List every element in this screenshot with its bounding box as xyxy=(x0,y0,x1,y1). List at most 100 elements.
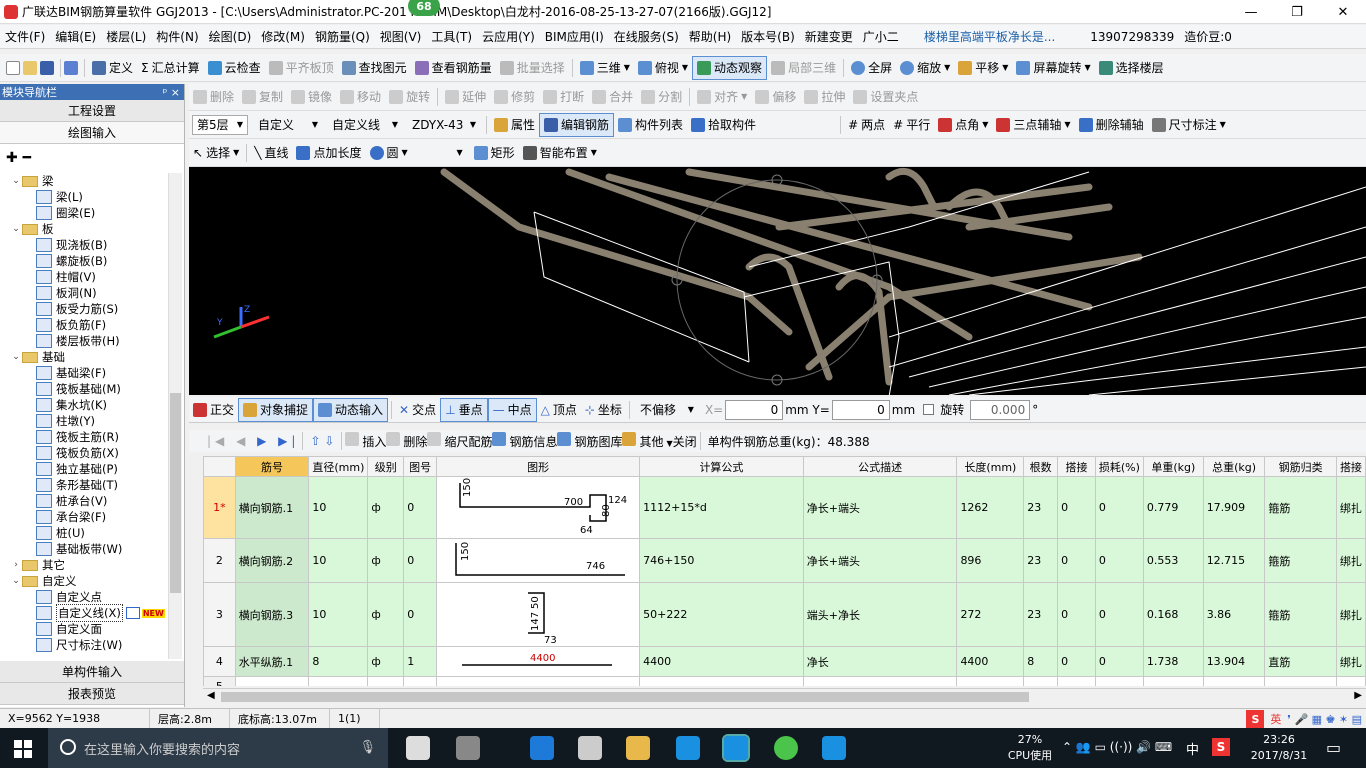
cell-grade[interactable]: ф xyxy=(367,646,405,677)
cell-grade[interactable]: ф xyxy=(367,538,405,583)
menu-credits[interactable]: 造价豆:0 xyxy=(1179,28,1237,45)
new-file-icon[interactable] xyxy=(6,60,20,75)
cell-dia[interactable]: 10 xyxy=(308,476,369,539)
cell-formula[interactable]: 4400 xyxy=(639,646,804,677)
circle-tool[interactable]: 圆 ▼ xyxy=(366,141,412,165)
tree-item[interactable]: 筏板基础(M) xyxy=(0,381,168,397)
align-tool[interactable]: 对齐 ▼ xyxy=(693,85,751,109)
cell-len[interactable]: 1262 xyxy=(956,476,1025,539)
cell-desc[interactable]: 净长 xyxy=(802,646,958,677)
cell-len[interactable]: 272 xyxy=(956,582,1025,647)
cell-desc[interactable]: 净长+端头 xyxy=(802,476,958,539)
cell-count[interactable] xyxy=(1023,676,1059,686)
zoom-button[interactable]: 缩放 ▼ xyxy=(896,56,954,80)
header-col[interactable]: 根数 xyxy=(1023,456,1059,477)
tree-item[interactable]: 基础梁(F) xyxy=(0,365,168,381)
drawing-input-button[interactable]: 绘图输入 xyxy=(0,122,184,144)
rebar-shape-cell[interactable]: 50 147 73 xyxy=(436,582,641,647)
tree-folder[interactable]: ⌄ 梁 xyxy=(0,173,168,189)
offset-tool[interactable]: 偏移 xyxy=(751,85,800,109)
object-snap-toggle[interactable]: 对象捕捉 xyxy=(238,397,314,422)
midpoint-snap[interactable]: — 中点 xyxy=(487,397,537,422)
smart-layout-tool[interactable]: 智能布置 ▼ xyxy=(519,141,601,165)
split-tool[interactable]: 分割 xyxy=(637,85,686,109)
batch-select-button[interactable]: 批量选择 xyxy=(496,56,569,80)
single-component-input-button[interactable]: 单构件输入 xyxy=(0,661,184,683)
rebar-info-button[interactable]: 钢筋信息 xyxy=(492,432,557,450)
menu-version[interactable]: 版本号(B) xyxy=(736,28,800,45)
cell-lap[interactable]: 0 xyxy=(1057,582,1096,647)
rebar-shape-cell[interactable]: 150 700 124 80 64 xyxy=(436,476,641,539)
cell-grade[interactable] xyxy=(367,676,405,686)
header-col[interactable]: 公式描述 xyxy=(802,456,958,477)
find-element-button[interactable]: 查找图元 xyxy=(338,56,411,80)
cell-lap2[interactable] xyxy=(1335,676,1366,686)
tree-item[interactable]: 筏板主筋(R) xyxy=(0,429,168,445)
tree-item[interactable]: 梁(L) xyxy=(0,189,168,205)
fullscreen-button[interactable]: 全屏 xyxy=(847,56,896,80)
cell-unit[interactable]: 0.168 xyxy=(1142,582,1204,647)
copy-tool[interactable]: 复制 xyxy=(238,85,287,109)
line-tool[interactable]: ╲ 直线 xyxy=(250,141,292,165)
tree-scrollbar[interactable] xyxy=(168,173,182,659)
properties-button[interactable]: 属性 xyxy=(490,113,539,137)
align-top-button[interactable]: 平齐板顶 xyxy=(265,56,338,80)
insert-row-button[interactable]: 插入 xyxy=(345,432,386,450)
expand-toggle-icon[interactable]: ⌄ xyxy=(10,224,22,234)
tree-item[interactable]: 桩(U) xyxy=(0,525,168,541)
table-row[interactable]: 5 xyxy=(203,676,1366,686)
header-col[interactable]: 计算公式 xyxy=(639,456,804,477)
rectangle-tool[interactable]: 矩形 xyxy=(470,141,519,165)
cell-formula[interactable]: 50+222 xyxy=(639,582,804,647)
vertex-snap[interactable]: △ 顶点 xyxy=(537,398,581,422)
undo-icon[interactable] xyxy=(64,60,78,75)
tree-item[interactable]: 桩承台(V) xyxy=(0,493,168,509)
menu-component[interactable]: 构件(N) xyxy=(151,28,203,45)
cell-lap[interactable]: 0 xyxy=(1057,476,1096,539)
row-number[interactable]: 3 xyxy=(203,582,236,647)
cell-count[interactable]: 8 xyxy=(1023,646,1059,677)
menu-rebar-qty[interactable]: 钢筋量(Q) xyxy=(310,28,375,45)
cell-len[interactable]: 4400 xyxy=(956,646,1025,677)
tree-item[interactable]: 螺旋板(B) xyxy=(0,253,168,269)
tree-folder[interactable]: ⌄ 自定义 xyxy=(0,573,168,589)
stretch-tool[interactable]: 拉伸 xyxy=(800,85,849,109)
table-hscrollbar[interactable]: ◀ ▶ xyxy=(203,688,1366,704)
point-length-tool[interactable]: 点加长度 xyxy=(292,141,365,165)
cell-lap2[interactable]: 绑扎 xyxy=(1335,582,1366,647)
cell-cat[interactable]: 箍筋 xyxy=(1264,476,1337,539)
cell-unit[interactable] xyxy=(1142,676,1204,686)
tree-item[interactable]: 条形基础(T) xyxy=(0,477,168,493)
tree-item[interactable]: 楼层板带(H) xyxy=(0,333,168,349)
taskbar-search[interactable]: 在这里输入你要搜索的内容 🎙 xyxy=(48,728,388,768)
tree-item[interactable]: 圈梁(E) xyxy=(0,205,168,221)
point-angle-button[interactable]: 点角 ▼ xyxy=(934,113,992,137)
menu-floor[interactable]: 楼层(L) xyxy=(101,28,151,45)
ortho-toggle[interactable]: 正交 xyxy=(189,398,238,422)
row-number[interactable]: 4 xyxy=(203,646,236,677)
cell-loss[interactable]: 0 xyxy=(1094,538,1144,583)
y-input[interactable]: 0 xyxy=(831,399,890,420)
rebar-shape-cell[interactable]: 150 746 xyxy=(436,538,641,583)
tree-folder[interactable]: ⌄ 基础 xyxy=(0,349,168,365)
cell-cat[interactable]: 箍筋 xyxy=(1264,538,1337,583)
move-tool[interactable]: 移动 xyxy=(336,85,385,109)
menu-file[interactable]: 文件(F) xyxy=(0,28,50,45)
header-col[interactable]: 钢筋归类 xyxy=(1264,456,1337,477)
tree-item[interactable]: 自定义面 xyxy=(0,621,168,637)
notification-badge[interactable]: 68 xyxy=(408,0,440,16)
cell-loss[interactable]: 0 xyxy=(1094,582,1144,647)
intersection-snap[interactable]: ✕ 交点 xyxy=(395,398,440,422)
tray-icons[interactable]: ⌃ 👥 ▭ ((·)) 🔊 ⌨ xyxy=(1062,740,1172,754)
header-col[interactable]: 搭接 xyxy=(1057,456,1096,477)
glodon-app-icon[interactable] xyxy=(676,736,700,760)
cell-len[interactable]: 896 xyxy=(956,538,1025,583)
menu-account[interactable]: 13907298339 xyxy=(1060,30,1179,44)
cell-formula[interactable]: 1112+15*d xyxy=(639,476,804,539)
save-icon[interactable] xyxy=(40,60,54,75)
row-number[interactable]: 2 xyxy=(203,538,236,583)
x-input[interactable]: 0 xyxy=(725,399,784,420)
cell-total[interactable] xyxy=(1202,676,1266,686)
screen-rotate-button[interactable]: 屏幕旋转 ▼ xyxy=(1012,56,1094,80)
edit-rebar-button[interactable]: 编辑钢筋 xyxy=(539,112,615,137)
